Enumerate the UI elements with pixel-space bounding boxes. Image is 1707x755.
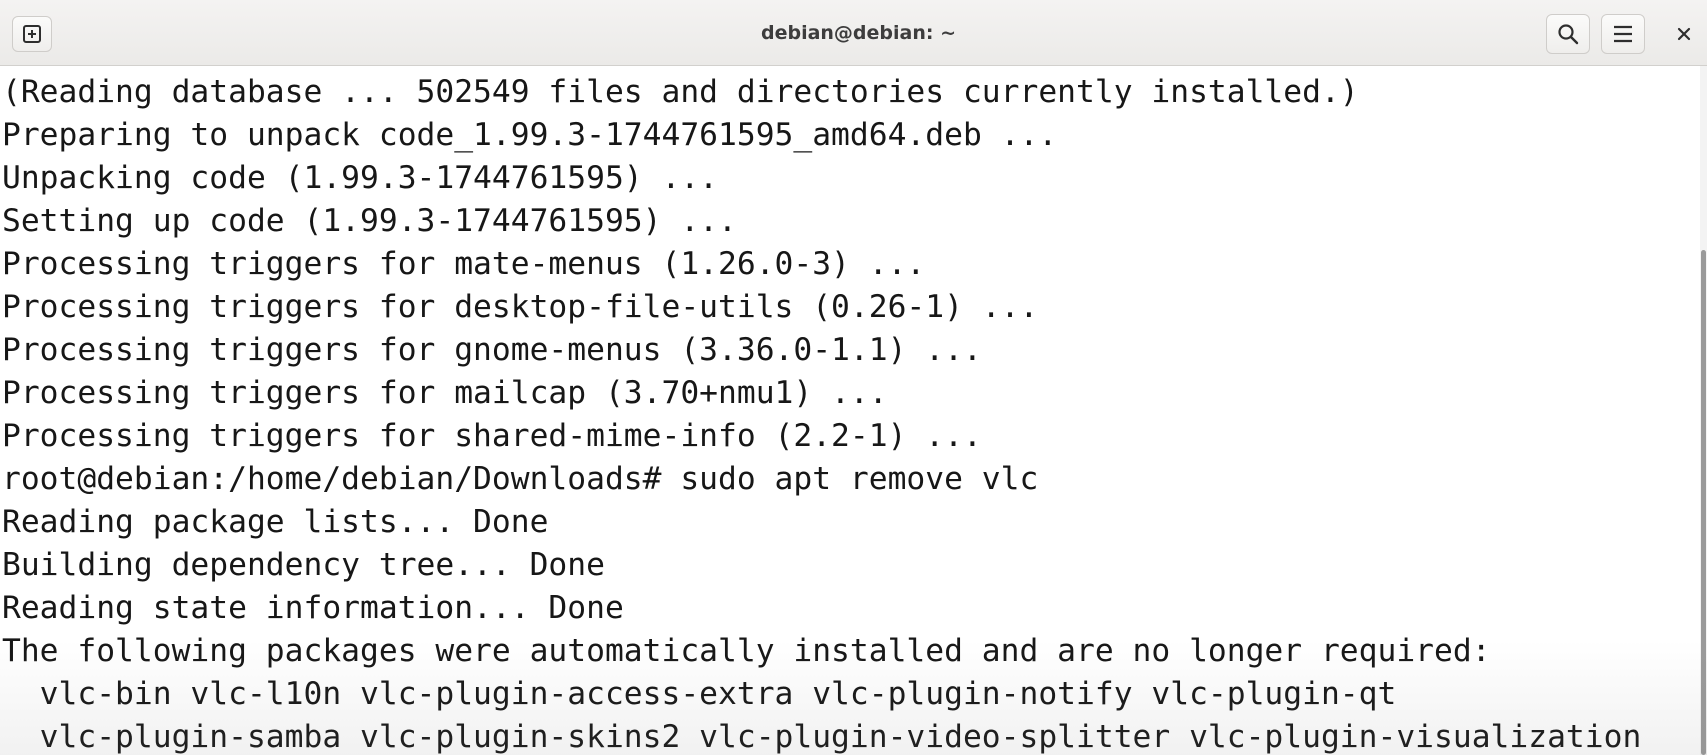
terminal-line: Setting up code (1.99.3-1744761595) ... xyxy=(2,203,737,239)
terminal-line: Unpacking code (1.99.3-1744761595) ... xyxy=(2,160,719,196)
terminal-line: Reading state information... Done xyxy=(2,590,624,626)
search-button[interactable] xyxy=(1546,14,1590,54)
terminal-output[interactable]: (Reading database ... 502549 files and d… xyxy=(0,66,1700,755)
terminal-line: Processing triggers for desktop-file-uti… xyxy=(2,289,1039,325)
terminal-line: Processing triggers for mate-menus (1.26… xyxy=(2,246,926,282)
terminal-line: Preparing to unpack code_1.99.3-17447615… xyxy=(2,117,1058,153)
terminal-line: vlc-plugin-samba vlc-plugin-skins2 vlc-p… xyxy=(2,719,1642,755)
scrollbar-thumb[interactable] xyxy=(1701,250,1706,755)
terminal-line: The following packages were automaticall… xyxy=(2,633,1491,669)
search-icon xyxy=(1558,24,1579,45)
terminal-line: vlc-bin vlc-l10n vlc-plugin-access-extra… xyxy=(2,676,1397,712)
terminal-line: Reading package lists... Done xyxy=(2,504,549,540)
terminal-prompt-line: root@debian:/home/debian/Downloads# sudo… xyxy=(2,461,1039,497)
window-title: debian@debian: ~ xyxy=(760,22,957,44)
terminal-line: Processing triggers for shared-mime-info… xyxy=(2,418,982,454)
terminal-window: debian@debian: ~ (Reading database ... 5… xyxy=(0,0,1707,755)
menu-button[interactable] xyxy=(1601,14,1645,54)
close-button[interactable] xyxy=(1670,20,1698,48)
terminal-line: Building dependency tree... Done xyxy=(2,547,605,583)
hamburger-menu-icon xyxy=(1614,25,1632,43)
close-icon xyxy=(1677,27,1691,41)
terminal-line: (Reading database ... 502549 files and d… xyxy=(2,74,1359,110)
terminal-line: Processing triggers for gnome-menus (3.3… xyxy=(2,332,982,368)
header-bar: debian@debian: ~ xyxy=(0,0,1707,66)
terminal-line: Processing triggers for mailcap (3.70+nm… xyxy=(2,375,888,411)
